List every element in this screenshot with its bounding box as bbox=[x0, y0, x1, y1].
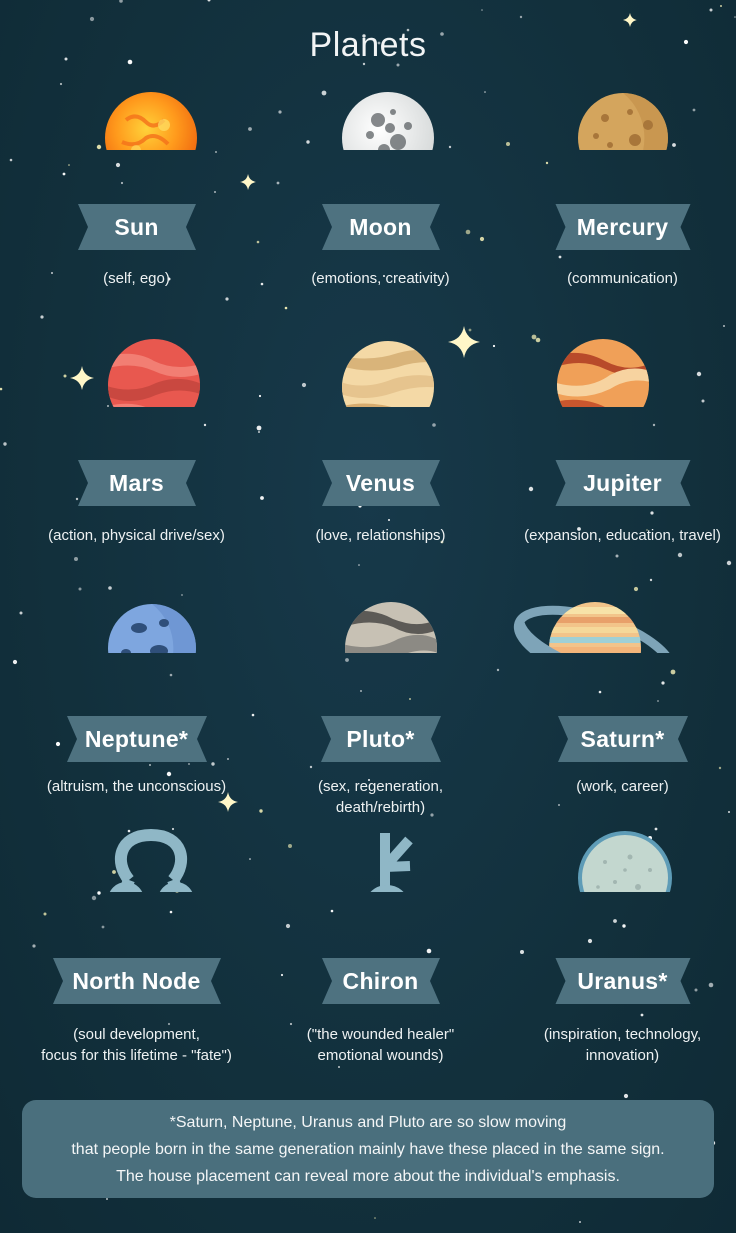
footnote-line-3: The house placement can reveal more abou… bbox=[116, 1168, 620, 1185]
planet-name: Jupiter bbox=[583, 470, 662, 496]
planet-name-ribbon: Venus bbox=[321, 460, 440, 506]
pluto-icon bbox=[345, 602, 437, 653]
planet-name: Chiron bbox=[342, 968, 419, 994]
footnote-box: *Saturn, Neptune, Uranus and Pluto are s… bbox=[22, 1100, 714, 1198]
mars-icon bbox=[108, 339, 200, 407]
planet-name: Mars bbox=[109, 470, 164, 496]
venus-icon bbox=[342, 341, 434, 407]
planet-name-ribbon: Sun bbox=[77, 204, 196, 250]
jupiter-icon bbox=[557, 339, 649, 407]
north-node-symbol-icon bbox=[109, 828, 193, 892]
saturn-icon bbox=[513, 602, 677, 653]
planet-name-ribbon: Mercury bbox=[555, 204, 690, 250]
neptune-icon bbox=[108, 604, 196, 653]
planet-description: (soul development, focus for this lifeti… bbox=[41, 1026, 232, 1064]
planet-name-ribbon: North Node bbox=[52, 958, 221, 1004]
planet-name: Mercury bbox=[576, 214, 669, 240]
uranus-icon bbox=[578, 831, 672, 892]
planet-name-ribbon: Jupiter bbox=[555, 460, 690, 506]
planet-name-ribbon: Mars bbox=[77, 460, 196, 506]
moon-icon bbox=[342, 92, 434, 150]
planet-name-ribbon: Chiron bbox=[321, 958, 440, 1004]
sun-icon bbox=[105, 92, 197, 150]
planet-name: Uranus* bbox=[577, 968, 668, 994]
chiron-symbol-icon bbox=[370, 833, 413, 892]
planet-name-ribbon: Uranus* bbox=[555, 958, 690, 1004]
planet-name: Venus bbox=[345, 470, 416, 496]
planet-name: North Node bbox=[72, 968, 201, 994]
planet-name: Moon bbox=[349, 214, 412, 240]
footnote-line-2: that people born in the same generation … bbox=[71, 1141, 665, 1158]
planet-name-ribbon: Moon bbox=[321, 204, 440, 250]
mercury-icon bbox=[578, 93, 668, 150]
planets-infographic: Planets Sun (self, ego) Moon (emotions, cr… bbox=[0, 0, 736, 1233]
planet-name: Sun bbox=[114, 214, 159, 240]
footnote-line-1: *Saturn, Neptune, Uranus and Pluto are s… bbox=[169, 1114, 567, 1131]
planet-description: ("the wounded healer" emotional wounds) bbox=[306, 1026, 455, 1064]
planet-description: (inspiration, technology, innovation) bbox=[543, 1026, 702, 1064]
